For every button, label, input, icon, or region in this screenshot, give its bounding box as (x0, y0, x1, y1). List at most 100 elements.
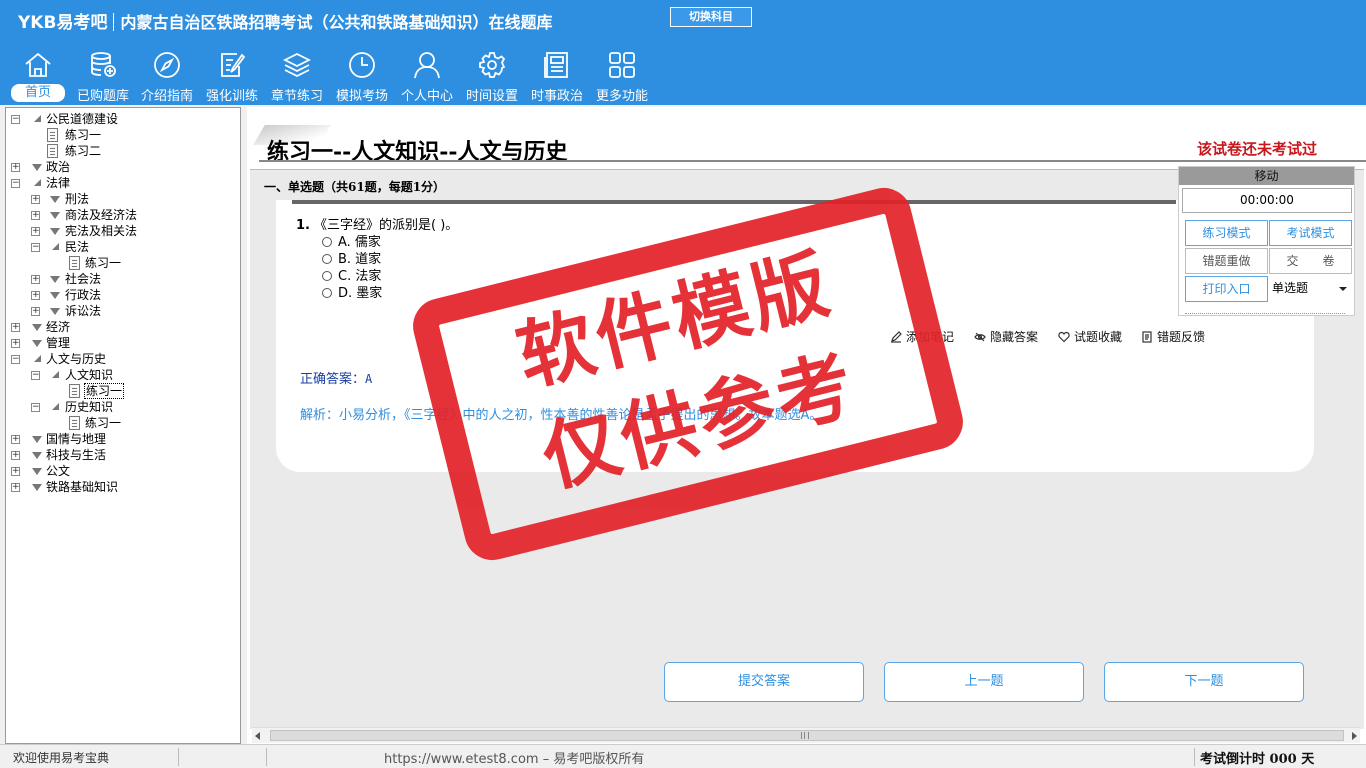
scroll-left-icon[interactable] (255, 732, 260, 740)
redo-wrong-button[interactable]: 错题重做 (1185, 248, 1268, 274)
edit-icon (221, 53, 246, 77)
expand-icon[interactable]: + (31, 307, 40, 316)
collapsed-arrow-icon (32, 468, 42, 475)
collapsed-arrow-icon (32, 452, 42, 459)
expand-icon[interactable]: + (31, 291, 40, 300)
heart-icon (1058, 331, 1070, 343)
nav-chapter[interactable]: 章节练习 (266, 46, 328, 104)
nav-profile[interactable]: 个人中心 (396, 46, 458, 104)
collapse-icon[interactable]: − (31, 243, 40, 252)
nav-mock-exam-label: 模拟考场 (335, 89, 388, 104)
document-icon (47, 144, 58, 158)
paper-title-area: 练习一--人文知识--人文与历史 该试卷还未考试过 (247, 107, 1366, 165)
nav-more[interactable]: 更多功能 (591, 46, 653, 104)
expand-icon[interactable]: + (31, 275, 40, 284)
expand-icon[interactable]: + (11, 435, 20, 444)
expand-icon[interactable]: + (11, 323, 20, 332)
status-url: https://www.etest8.com – 易考吧版权所有 (384, 752, 645, 767)
switch-subject-button[interactable]: 切换科目 (670, 7, 752, 27)
collapse-icon[interactable]: − (11, 355, 20, 364)
option-d[interactable]: D. 墨家 (322, 282, 382, 301)
exam-status: 该试卷还未考试过 (1197, 140, 1318, 158)
nav-current-affairs[interactable]: 时事政治 (526, 46, 588, 104)
expand-icon[interactable]: + (11, 483, 20, 492)
expand-icon[interactable]: + (31, 211, 40, 220)
collapsed-arrow-icon (50, 196, 60, 203)
scroll-right-icon[interactable] (1352, 732, 1357, 740)
chapter-tree[interactable]: − 公民道德建设 练习一 练习二 + 政治 − 法律 + 刑法 + 商法及经济法 + 宪法及… (5, 107, 241, 744)
grip-icon (801, 732, 809, 739)
collapse-icon[interactable]: − (11, 179, 20, 188)
expand-icon[interactable]: + (31, 195, 40, 204)
submit-answer-button[interactable]: 提交答案 (664, 662, 864, 702)
radio-icon[interactable] (322, 237, 332, 247)
exam-mode-button[interactable]: 考试模式 (1269, 220, 1352, 246)
nav-home-label: 首页 (11, 84, 65, 102)
correct-answer: 正确答案：A (300, 372, 373, 387)
favorite-button[interactable]: 试题收藏 (1058, 328, 1122, 345)
radio-icon[interactable] (322, 254, 332, 264)
practice-mode-button[interactable]: 练习模式 (1185, 220, 1268, 246)
nav-intensive[interactable]: 强化训练 (201, 46, 263, 104)
nav-current-affairs-label: 时事政治 (530, 89, 583, 104)
collapsed-arrow-icon (50, 308, 60, 315)
section-title: 一、单选题（共61题，每题1分） (264, 180, 446, 194)
database-icon (91, 52, 116, 77)
collapse-icon[interactable]: − (31, 371, 40, 380)
nav-profile-label: 个人中心 (400, 89, 453, 104)
hand-in-button[interactable]: 交 卷 (1269, 248, 1352, 274)
correct-answer-value: A (365, 372, 373, 386)
expand-icon[interactable]: + (11, 467, 20, 476)
app-title-text: 内蒙古自治区铁路招聘考试（公共和铁路基础知识）在线题库 (120, 13, 553, 32)
collapse-icon[interactable]: − (11, 115, 20, 124)
compass-icon (154, 52, 180, 78)
eye-slash-icon (974, 332, 986, 342)
collapsed-arrow-icon (32, 340, 42, 347)
nav-intensive-label: 强化训练 (205, 89, 258, 104)
nav-time-settings-label: 时间设置 (465, 89, 518, 104)
document-lock-icon (69, 384, 80, 398)
nav-purchased[interactable]: 已购题库 (72, 46, 134, 104)
panel-move-handle[interactable]: 移动 (1179, 167, 1354, 185)
collapsed-arrow-icon (32, 324, 42, 331)
app-header: YKB易考吧 内蒙古自治区铁路招聘考试（公共和铁路基础知识）在线题库 切换科目 首… (0, 0, 1366, 105)
feedback-button[interactable]: 错题反馈 (1141, 328, 1205, 345)
exam-countdown: 考试倒计时 000 天 (1200, 752, 1315, 767)
horizontal-scrollbar[interactable] (252, 727, 1360, 743)
layers-icon (282, 52, 312, 78)
nav-time-settings[interactable]: 时间设置 (461, 46, 523, 104)
prev-question-button[interactable]: 上一题 (884, 662, 1084, 702)
report-icon (1142, 331, 1152, 343)
expanded-arrow-icon (34, 179, 41, 186)
expand-icon[interactable]: + (11, 163, 20, 172)
hide-answer-button[interactable]: 隐藏答案 (974, 328, 1038, 345)
exam-control-panel[interactable]: 移动 00:00:00 练习模式 考试模式 错题重做 交 卷 打印入口 单选题 (1178, 166, 1355, 316)
collapse-icon[interactable]: − (31, 403, 40, 412)
title-separator (113, 13, 115, 31)
status-bar: 欢迎使用易考宝典 https://www.etest8.com – 易考吧版权所… (0, 744, 1366, 768)
nav-chapter-label: 章节练习 (270, 89, 323, 104)
question-type-select[interactable]: 单选题 (1269, 276, 1353, 302)
nav-home[interactable]: 首页 (7, 46, 69, 104)
nav-mock-exam[interactable]: 模拟考场 (331, 46, 393, 104)
scrollbar-thumb[interactable] (270, 730, 1344, 741)
status-divider (1194, 748, 1195, 766)
status-divider (266, 748, 267, 766)
expand-icon[interactable]: + (11, 451, 20, 460)
expand-icon[interactable]: + (11, 339, 20, 348)
nav-guide[interactable]: 介绍指南 (136, 46, 198, 104)
collapsed-arrow-icon (32, 484, 42, 491)
print-button[interactable]: 打印入口 (1185, 276, 1268, 302)
expanded-arrow-icon (52, 371, 59, 378)
dropdown-caret-icon (1339, 287, 1347, 291)
panel-footer (1185, 311, 1345, 314)
radio-icon[interactable] (322, 271, 332, 281)
gear-icon (479, 52, 506, 78)
collapsed-arrow-icon (50, 276, 60, 283)
expanded-arrow-icon (34, 115, 41, 122)
next-question-button[interactable]: 下一题 (1104, 662, 1304, 702)
nav-more-label: 更多功能 (595, 89, 648, 104)
document-icon (69, 256, 80, 270)
expand-icon[interactable]: + (31, 227, 40, 236)
radio-icon[interactable] (322, 288, 332, 298)
